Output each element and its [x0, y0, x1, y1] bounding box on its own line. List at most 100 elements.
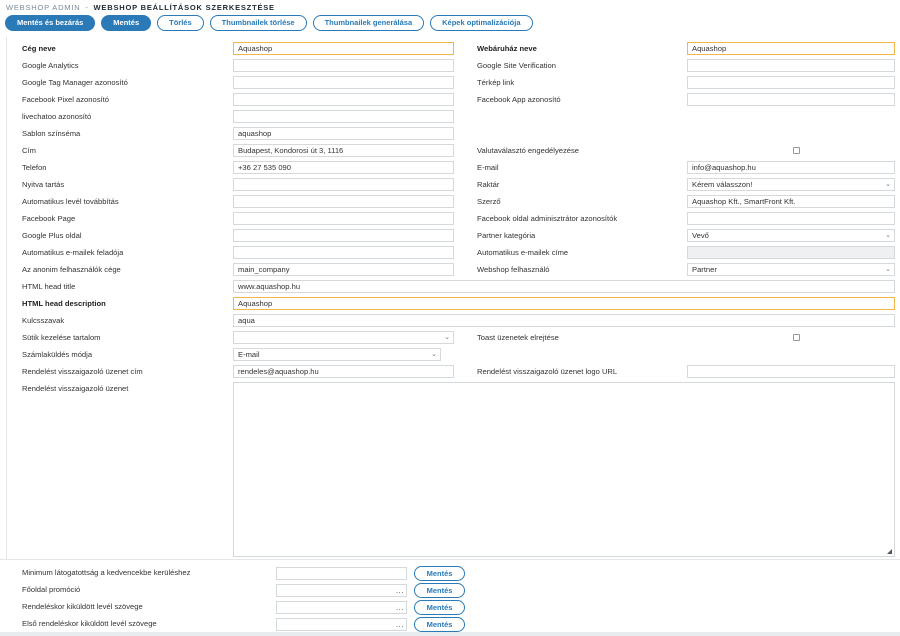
google-analytics-input[interactable] — [233, 59, 454, 72]
fb-pixel-label: Facebook Pixel azonosító — [22, 95, 109, 104]
invoice-mode-label: Számlaküldés módja — [22, 350, 93, 359]
breadcrumb-root[interactable]: WEBSHOP ADMIN — [6, 3, 80, 12]
delete-thumbnails-button[interactable]: Thumbnailek törlése — [209, 15, 307, 31]
gplus-label: Google Plus oldal — [22, 231, 82, 240]
order-confirm-address-input[interactable]: rendeles@aquashop.hu — [233, 365, 454, 378]
footer-row-save-button[interactable]: Mentés — [414, 600, 465, 615]
gplus-input[interactable] — [233, 229, 454, 242]
currency-switcher-label: Valutaválasztó engedélyezése — [477, 146, 580, 155]
gtm-id-input[interactable] — [233, 76, 454, 89]
footer-row-save-button[interactable]: Mentés — [414, 617, 465, 632]
toast-hide-label: Toast üzenetek elrejtése — [477, 333, 559, 342]
html-title-label: HTML head title — [22, 282, 76, 291]
webshop-name-label: Webáruház neve — [477, 44, 537, 53]
google-analytics-label: Google Analytics — [22, 61, 79, 70]
webshop-user-label: Webshop felhasználó — [477, 265, 550, 274]
more-dots-icon[interactable]: ... — [396, 603, 404, 612]
warehouse-select-value: Kérem válasszon! — [692, 180, 753, 189]
top-bar: WEBSHOP ADMIN - WEBSHOP BEÁLLÍTÁSOK SZER… — [0, 0, 900, 34]
partner-category-select-value: Vevő — [692, 231, 709, 240]
fb-admin-ids-input[interactable] — [687, 212, 895, 225]
fb-app-label: Facebook App azonosító — [477, 95, 561, 104]
order-confirm-logo-input[interactable] — [687, 365, 895, 378]
order-confirm-logo-label: Rendelést visszaigazoló üzenet logo URL — [477, 367, 618, 376]
save-and-close-button[interactable]: Mentés és bezárás — [5, 15, 96, 31]
webshop-user-select[interactable]: Partner ⌄ — [687, 263, 895, 276]
order-confirm-message-label: Rendelést visszaigazoló üzenet — [22, 384, 129, 393]
company-name-input[interactable]: Aquashop — [233, 42, 454, 55]
address-label: Cím — [22, 146, 36, 155]
footer-row-save-button[interactable]: Mentés — [414, 566, 465, 581]
auto-email-address-input — [687, 246, 895, 259]
chevron-down-icon: ⌄ — [885, 181, 891, 188]
chevron-down-icon: ⌄ — [444, 334, 450, 341]
fb-app-input[interactable] — [687, 93, 895, 106]
more-dots-icon[interactable]: ... — [396, 586, 404, 595]
resize-grip-icon[interactable] — [887, 549, 892, 554]
warehouse-select[interactable]: Kérem válasszon! ⌄ — [687, 178, 895, 191]
auto-forward-label: Automatikus levél továbbítás — [22, 197, 119, 206]
auto-email-address-label: Automatikus e-mailek címe — [477, 248, 569, 257]
footer-row-input[interactable]: ... — [276, 584, 407, 597]
footer-row-input[interactable] — [276, 567, 407, 580]
cookie-content-select[interactable]: ⌄ — [233, 331, 454, 344]
footer-row-input[interactable]: ... — [276, 601, 407, 614]
partner-category-select[interactable]: Vevő ⌄ — [687, 229, 895, 242]
generate-thumbnails-button[interactable]: Thumbnailek generálása — [312, 15, 425, 31]
currency-switcher-checkbox[interactable] — [793, 147, 800, 154]
optimize-images-button[interactable]: Képek optimalizációja — [430, 15, 533, 31]
fb-admin-ids-label: Facebook oldal adminisztrátor azonosítók — [477, 214, 618, 223]
breadcrumb-separator: - — [85, 3, 89, 12]
footer-row-label: Főoldal promóció — [22, 585, 81, 594]
fb-pixel-input[interactable] — [233, 93, 454, 106]
address-input[interactable]: Budapest, Kondorosi út 3, 1116 — [233, 144, 454, 157]
save-button[interactable]: Mentés — [101, 15, 152, 31]
map-link-input[interactable] — [687, 76, 895, 89]
footer-row-order-email: Rendeléskor kiküldött levél szövege ... … — [0, 600, 900, 615]
livechatoo-input[interactable] — [233, 110, 454, 123]
author-input[interactable]: Aquashop Kft., SmartFront Kft. — [687, 195, 895, 208]
warehouse-label: Raktár — [477, 180, 500, 189]
more-dots-icon[interactable]: ... — [396, 620, 404, 629]
opening-hours-input[interactable] — [233, 178, 454, 191]
html-desc-input[interactable]: Aquashop — [233, 297, 895, 310]
settings-form: Cég neve Aquashop Webáruház neve Aquasho… — [6, 37, 900, 559]
footer-row-min-visits: Minimum látogatottság a kedvencekbe kerü… — [0, 566, 900, 581]
company-name-label: Cég neve — [22, 44, 56, 53]
template-color-label: Sablon színséma — [22, 129, 81, 138]
fb-page-label: Facebook Page — [22, 214, 76, 223]
template-color-input[interactable]: aquashop — [233, 127, 454, 140]
html-title-input[interactable]: www.aquashop.hu — [233, 280, 895, 293]
auto-email-sender-label: Automatikus e-mailek feladója — [22, 248, 124, 257]
order-confirm-address-label: Rendelést visszaigazoló üzenet cím — [22, 367, 143, 376]
phone-label: Telefon — [22, 163, 47, 172]
google-site-verification-input[interactable] — [687, 59, 895, 72]
email-input[interactable]: info@aquashop.hu — [687, 161, 895, 174]
auto-forward-input[interactable] — [233, 195, 454, 208]
livechatoo-label: livechatoo azonosító — [22, 112, 92, 121]
fb-page-input[interactable] — [233, 212, 454, 225]
footer-row-save-button[interactable]: Mentés — [414, 583, 465, 598]
chevron-down-icon: ⌄ — [885, 266, 891, 273]
footer-row-input[interactable]: ... — [276, 618, 407, 631]
horizontal-scrollbar[interactable] — [0, 632, 900, 636]
footer-row-home-promo: Főoldal promóció ... Mentés — [0, 583, 900, 598]
auto-email-sender-input[interactable] — [233, 246, 454, 259]
invoice-mode-select[interactable]: E-mail ⌄ — [233, 348, 441, 361]
footer-settings: Minimum látogatottság a kedvencekbe kerü… — [0, 559, 900, 636]
email-label: E-mail — [477, 163, 499, 172]
keywords-label: Kulcsszavak — [22, 316, 65, 325]
delete-button[interactable]: Törlés — [157, 15, 204, 31]
webshop-name-input[interactable]: Aquashop — [687, 42, 895, 55]
order-confirm-message-textarea[interactable] — [233, 382, 895, 557]
phone-input[interactable]: +36 27 535 090 — [233, 161, 454, 174]
footer-row-label: Minimum látogatottság a kedvencekbe kerü… — [22, 568, 191, 577]
footer-row-first-order-email: Első rendeléskor kiküldött levél szövege… — [0, 617, 900, 632]
keywords-input[interactable]: aqua — [233, 314, 895, 327]
anon-company-input[interactable]: main_company — [233, 263, 454, 276]
toast-hide-checkbox[interactable] — [793, 334, 800, 341]
breadcrumb: WEBSHOP ADMIN - WEBSHOP BEÁLLÍTÁSOK SZER… — [6, 3, 275, 12]
page-title: WEBSHOP BEÁLLÍTÁSOK SZERKESZTÉSE — [93, 3, 275, 12]
google-site-verification-label: Google Site Verification — [477, 61, 556, 70]
html-desc-label: HTML head description — [22, 299, 106, 308]
